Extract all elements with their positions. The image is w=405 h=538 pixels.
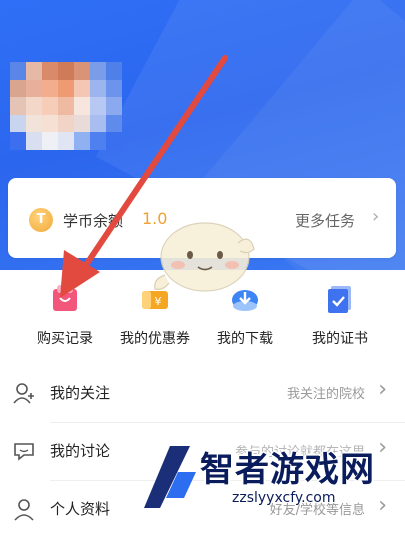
user-follow-icon <box>12 381 36 405</box>
watermark: 智者游戏网 zzslyyxcfy.com <box>142 440 405 514</box>
list-item-hint: 我关注的院校 <box>286 387 365 402</box>
chevron-right-icon: › <box>378 377 387 402</box>
shortcut-purchase-records[interactable]: 购买记录 <box>20 282 110 348</box>
shortcut-label: 我的下载 <box>217 331 273 347</box>
list-item-following[interactable]: 我的关注 我关注的院校 › <box>0 364 405 422</box>
list-item-title: 我的讨论 <box>50 442 111 460</box>
avatar[interactable] <box>10 62 122 150</box>
shortcut-label: 购买记录 <box>37 331 93 347</box>
chevron-right-icon[interactable]: › <box>372 206 379 227</box>
shortcut-certificates[interactable]: 我的证书 <box>295 282 385 348</box>
watermark-url: zzslyyxcfy.com <box>232 490 336 506</box>
mascot-illustration <box>154 222 255 292</box>
certificate-icon <box>323 282 357 316</box>
chat-bubble-icon <box>12 439 36 463</box>
watermark-title: 智者游戏网 <box>200 450 375 490</box>
coin-icon: T <box>29 208 53 232</box>
profile-icon <box>12 497 36 521</box>
shortcut-label: 我的优惠券 <box>120 331 190 347</box>
shopping-bag-icon <box>48 282 82 316</box>
list-item-title: 我的关注 <box>50 384 111 402</box>
shortcut-label: 我的证书 <box>312 331 368 347</box>
list-item-title: 个人资料 <box>50 500 111 518</box>
more-tasks-link[interactable]: 更多任务 <box>295 210 355 231</box>
balance-label: 学币余额 <box>63 212 124 230</box>
watermark-logo-icon <box>144 446 196 508</box>
